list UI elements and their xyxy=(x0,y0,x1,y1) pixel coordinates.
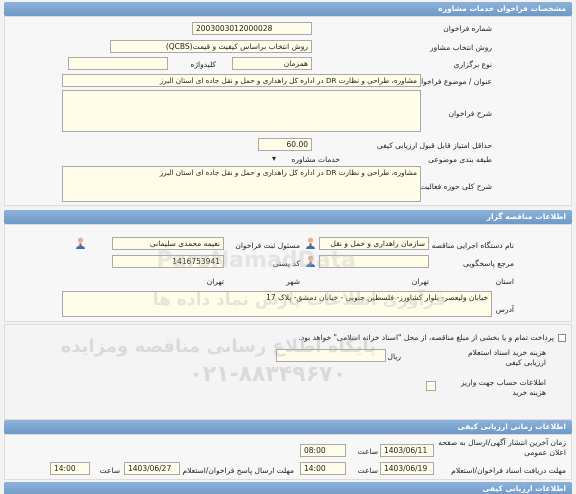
city-value: تهران xyxy=(206,277,224,286)
reference-field[interactable] xyxy=(319,255,429,268)
publish-time-field[interactable]: 08:00 xyxy=(300,444,346,457)
province-label: استان xyxy=(495,277,514,286)
agency-user-icon[interactable] xyxy=(305,237,316,249)
receive-date-field[interactable]: 1403/06/19 xyxy=(380,462,434,475)
scope-field[interactable]: مشاوره، طراحی و نظارت DR در اداره کل راه… xyxy=(62,166,421,202)
subject-label: عنوان / موضوع فراخوان xyxy=(415,77,492,86)
category-value: خدمات مشاوره xyxy=(291,155,341,164)
registrar-label: مسئول ثبت فراخوان xyxy=(235,241,300,250)
publish-label: زمان آخرین انتشار آگهی/ارسال به صفحه اعل… xyxy=(438,438,566,457)
receive-time-field[interactable]: 14:00 xyxy=(300,462,346,475)
city-label: شهر xyxy=(286,277,300,286)
min-score-label: حداقل امتیاز قابل قبول ارزیابی کیفی xyxy=(376,141,492,150)
response-time-field[interactable]: 14:00 xyxy=(50,462,90,475)
tender-number-field[interactable]: 2003003012000028 xyxy=(192,22,312,35)
account-field[interactable] xyxy=(426,381,436,391)
selection-method-field[interactable]: روش انتخاب براساس کیفیت و قیمت(QCBS) xyxy=(110,40,312,53)
doc-fee-field[interactable] xyxy=(276,349,386,362)
scope-label: شرح کلی حوزه فعالیت xyxy=(419,182,492,191)
registrar-field[interactable]: نعیمه محمدی سلیمانی xyxy=(112,237,224,250)
receive-deadline-label: مهلت دریافت اسناد فراخوان/استعلام xyxy=(451,466,566,475)
postal-code-field[interactable]: 1416753941 xyxy=(112,255,224,268)
selection-method-label: روش انتخاب مشاور xyxy=(429,43,492,52)
treasury-note: پرداخت تمام و یا بخشی از مبلغ مناقصه، از… xyxy=(298,333,554,342)
reference-label: مرجع پاسخگویی xyxy=(462,259,514,268)
keyword-label: کلیدواژه xyxy=(190,60,216,69)
subject-field[interactable]: مشاوره، طراحی و نظارت DR در اداره کل راه… xyxy=(62,74,421,87)
registrar-user-icon[interactable] xyxy=(75,237,86,249)
min-score-field[interactable]: 60.00 xyxy=(258,138,312,151)
address-field[interactable]: خیابان ولیعصر- بلوار کشاورز- فلسطین جنوب… xyxy=(62,291,492,317)
treasury-checkbox[interactable] xyxy=(558,334,566,342)
account-label: اطلاعات حساب جهت واریز هزینه خرید xyxy=(460,378,546,397)
keyword-field[interactable] xyxy=(68,57,168,70)
doc-fee-label: هزینه خرید اسناد استعلام ارزیابی کیفی xyxy=(467,348,546,367)
section-header-tender: مشخصات فراخوان خدمات مشاوره xyxy=(4,2,572,16)
response-deadline-label: مهلت ارسال پاسخ فراخوان/استعلام xyxy=(182,466,294,475)
response-time-label: ساعت xyxy=(99,466,120,475)
reference-user-icon[interactable] xyxy=(305,255,316,267)
spacer xyxy=(486,74,492,76)
description-field[interactable] xyxy=(62,90,421,132)
section-header-timing: اطلاعات زمانی ارزیابی کیفی xyxy=(4,420,572,434)
holding-type-field[interactable]: همزمان xyxy=(232,57,312,70)
publish-time-label: ساعت xyxy=(357,447,378,456)
receive-time-label: ساعت xyxy=(357,466,378,475)
province-value: تهران xyxy=(411,277,429,286)
agency-field[interactable]: سازمان راهداری و حمل و نقل xyxy=(319,237,429,250)
category-expand-icon[interactable]: ▾ xyxy=(272,154,276,163)
category-label: طبقه بندی موضوعی xyxy=(428,155,492,164)
currency-label: ریال xyxy=(387,352,401,361)
agency-label: نام دستگاه اجرایی مناقصه گزار xyxy=(415,241,514,250)
section-header-organizer: اطلاعات مناقصه گزار xyxy=(4,210,572,224)
postal-code-label: کد پستی xyxy=(272,259,300,268)
holding-type-label: نوع برگزاری xyxy=(453,60,492,69)
response-date-field[interactable]: 1403/06/27 xyxy=(124,462,180,475)
address-label: آدرس xyxy=(495,305,514,314)
publish-date-field[interactable]: 1403/06/11 xyxy=(380,444,434,457)
section-header-evaluation: اطلاعات ارزیابی کیفی xyxy=(4,482,572,494)
description-label: شرح فراخوان xyxy=(448,109,492,118)
tender-number-label: شماره فراخوان xyxy=(443,24,492,33)
